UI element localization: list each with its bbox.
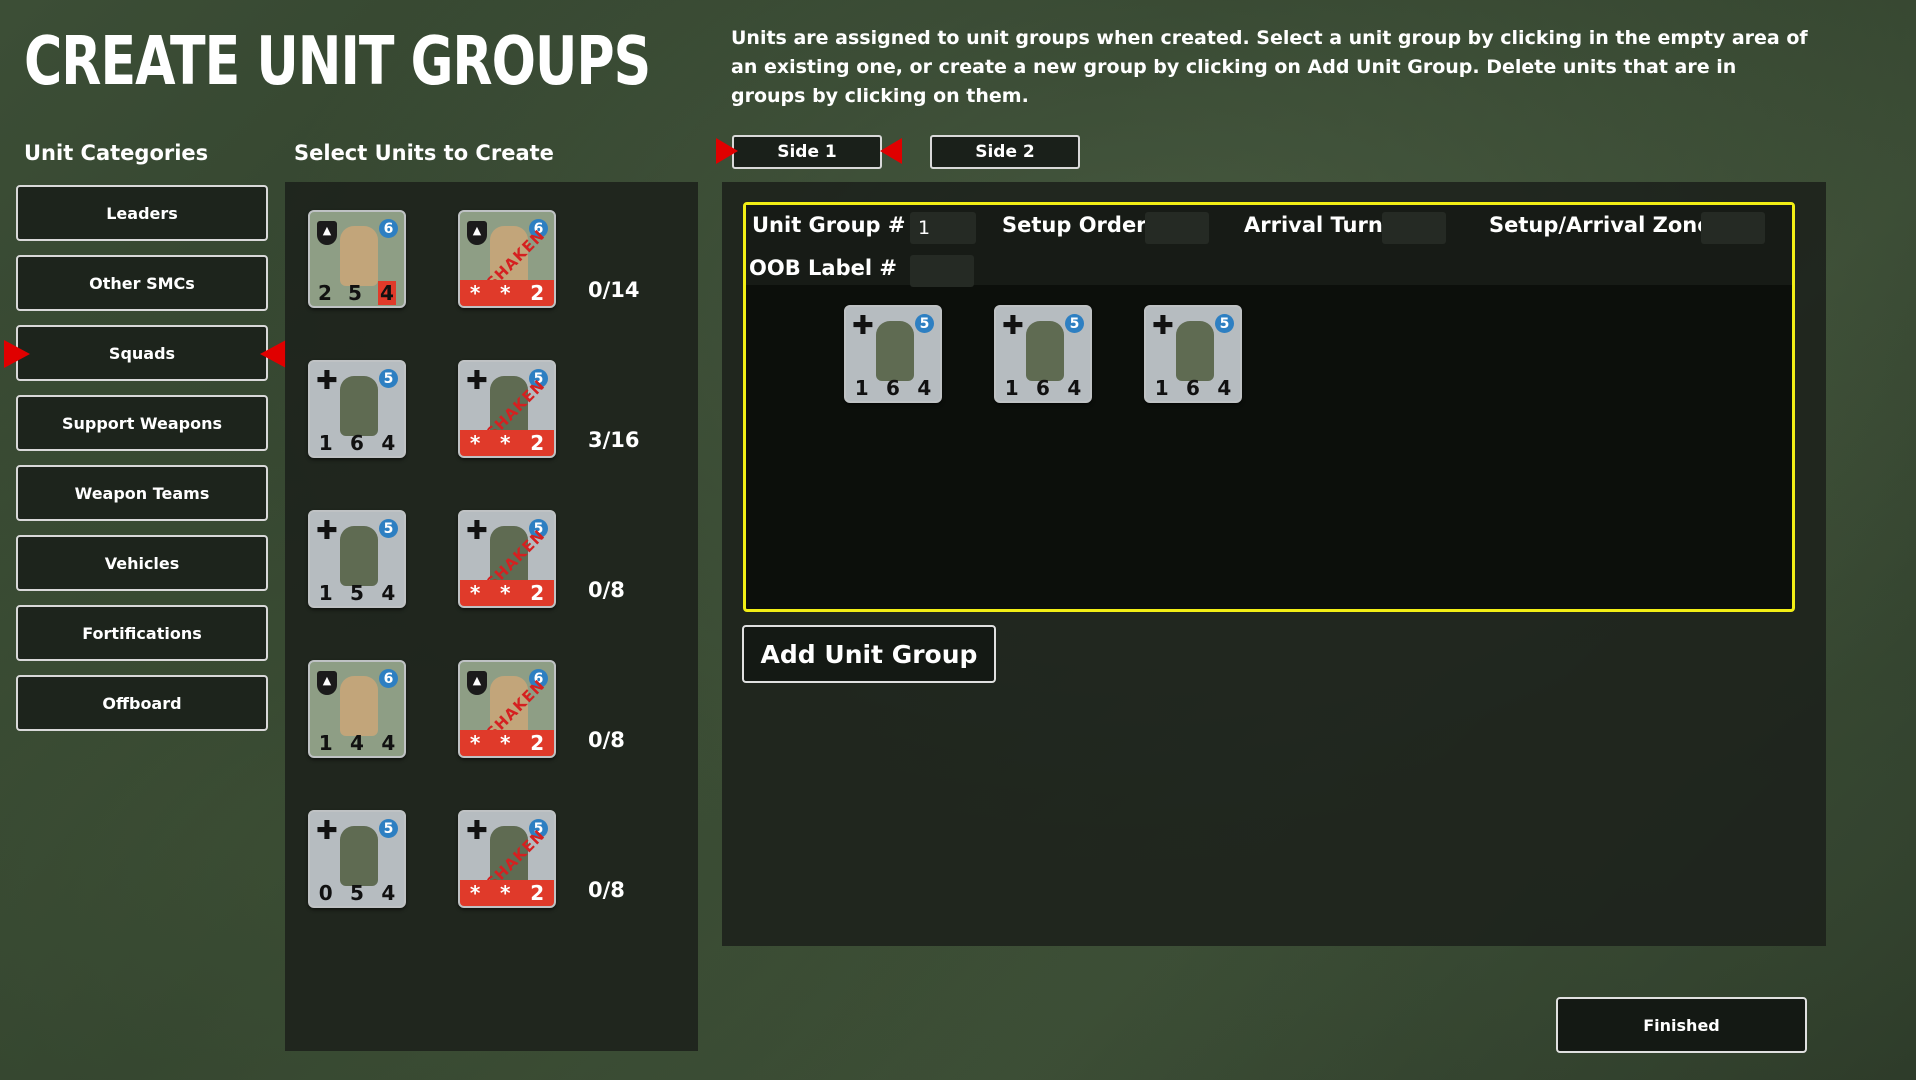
morale-badge: 5 [379,369,398,388]
side-2-button[interactable]: Side 2 [930,135,1080,169]
category-support-weapons-button[interactable]: Support Weapons [16,395,268,451]
arrival-turn-label: Arrival Turn: [1244,213,1392,237]
balkenkreuz-icon: ✚ [316,816,338,846]
balkenkreuz-icon: ✚ [316,366,338,396]
category-vehicles-button[interactable]: Vehicles [16,535,268,591]
morale-badge: 5 [1065,314,1084,333]
unit-counter-de-normal[interactable]: ✚ 5 164 [308,360,406,458]
setup-order-label: Setup Order: [1002,213,1155,237]
unit-stats: * * 2 [460,580,554,606]
side-1-button[interactable]: Side 1 [732,135,882,169]
finished-button[interactable]: Finished [1556,997,1807,1053]
unit-categories-label: Unit Categories [24,141,209,165]
oob-label-label: OOB Label # [749,256,897,280]
unit-stats: * * 2 [460,430,554,456]
unit-counter-de-normal[interactable]: ✚ 5 054 [308,810,406,908]
unit-count: 0/8 [588,728,625,752]
select-units-label: Select Units to Create [294,141,554,165]
balkenkreuz-icon: ✚ [1002,311,1024,341]
unit-stats: 164 [1004,376,1082,400]
unit-group-header: Unit Group # 1 Setup Order: Arrival Turn… [746,205,1792,287]
soldier-figure-icon [340,526,378,586]
setup-order-field[interactable] [1145,212,1209,244]
unit-group-number-field[interactable]: 1 [910,212,976,244]
arrival-turn-field[interactable] [1382,212,1446,244]
category-other-smcs-button[interactable]: Other SMCs [16,255,268,311]
unit-count: 0/8 [588,578,625,602]
unit-counter-us-normal[interactable]: ▲ 6 144 [308,660,406,758]
unit-stats: * * 2 [460,880,554,906]
screaming-eagle-icon: ▲ [317,671,337,695]
instructions-text: Units are assigned to unit groups when c… [731,27,1808,107]
morale-badge: 5 [1215,314,1234,333]
unit-count: 0/8 [588,878,625,902]
balkenkreuz-icon: ✚ [852,311,874,341]
soldier-figure-icon [340,226,378,286]
soldier-figure-icon [1176,321,1214,381]
unit-counter-de-shaken[interactable]: ✚ 5 SHAKEN * * 2 [458,510,556,608]
balkenkreuz-icon: ✚ [466,516,488,546]
unit-stats: * * 2 [460,280,554,306]
balkenkreuz-icon: ✚ [466,366,488,396]
page-title: CREATE UNIT GROUPS [24,22,651,101]
oob-label-field[interactable] [910,255,974,287]
add-unit-group-button[interactable]: Add Unit Group [742,625,996,683]
unit-counter-de-normal[interactable]: ✚ 5 154 [308,510,406,608]
unit-stats: 164 [1154,376,1232,400]
unit-count: 3/16 [588,428,640,452]
morale-badge: 5 [915,314,934,333]
unit-group-number-label: Unit Group # [752,213,906,237]
unit-stats: 164 [854,376,932,400]
soldier-figure-icon [340,376,378,436]
unit-counter-de-shaken[interactable]: ✚ 5 SHAKEN * * 2 [458,360,556,458]
unit-counter-us-shaken[interactable]: ▲ 6 SHAKEN * * 2 [458,660,556,758]
group-unit-counter[interactable]: ✚ 5 164 [844,305,942,403]
unit-stats: 164 [318,431,396,455]
morale-badge: 6 [379,219,398,238]
unit-counter-us-shaken[interactable]: ▲ 6 SHAKEN * * 2 [458,210,556,308]
group-unit-counter[interactable]: ✚ 5 164 [994,305,1092,403]
selected-side-left-marker [716,138,738,164]
setup-arrival-zone-field[interactable] [1701,212,1765,244]
screaming-eagle-icon: ▲ [317,221,337,245]
morale-badge: 5 [379,519,398,538]
selected-category-left-marker [4,340,30,368]
soldier-figure-icon [340,826,378,886]
morale-badge: 6 [379,669,398,688]
balkenkreuz-icon: ✚ [466,816,488,846]
unit-stats: 154 [318,581,396,605]
screaming-eagle-icon: ▲ [467,671,487,695]
screaming-eagle-icon: ▲ [467,221,487,245]
balkenkreuz-icon: ✚ [316,516,338,546]
unit-stats: 054 [318,881,396,905]
unit-count: 0/14 [588,278,640,302]
soldier-figure-icon [1026,321,1064,381]
unit-group-box[interactable]: Unit Group # 1 Setup Order: Arrival Turn… [743,202,1795,612]
setup-arrival-zone-label: Setup/Arrival Zone: [1489,213,1720,237]
category-leaders-button[interactable]: Leaders [16,185,268,241]
morale-badge: 5 [379,819,398,838]
soldier-figure-icon [340,676,378,736]
soldier-figure-icon [876,321,914,381]
units-panel [285,182,698,1051]
unit-counter-de-shaken[interactable]: ✚ 5 SHAKEN * * 2 [458,810,556,908]
balkenkreuz-icon: ✚ [1152,311,1174,341]
group-unit-counter[interactable]: ✚ 5 164 [1144,305,1242,403]
category-weapon-teams-button[interactable]: Weapon Teams [16,465,268,521]
unit-stats: 254 [318,281,396,305]
category-squads-button[interactable]: Squads [16,325,268,381]
selected-side-right-marker [880,138,902,164]
selected-category-right-marker [260,340,286,368]
unit-stats: * * 2 [460,730,554,756]
unit-counter-us-normal[interactable]: ▲ 6 254 [308,210,406,308]
category-offboard-button[interactable]: Offboard [16,675,268,731]
category-fortifications-button[interactable]: Fortifications [16,605,268,661]
unit-stats: 144 [318,731,396,755]
